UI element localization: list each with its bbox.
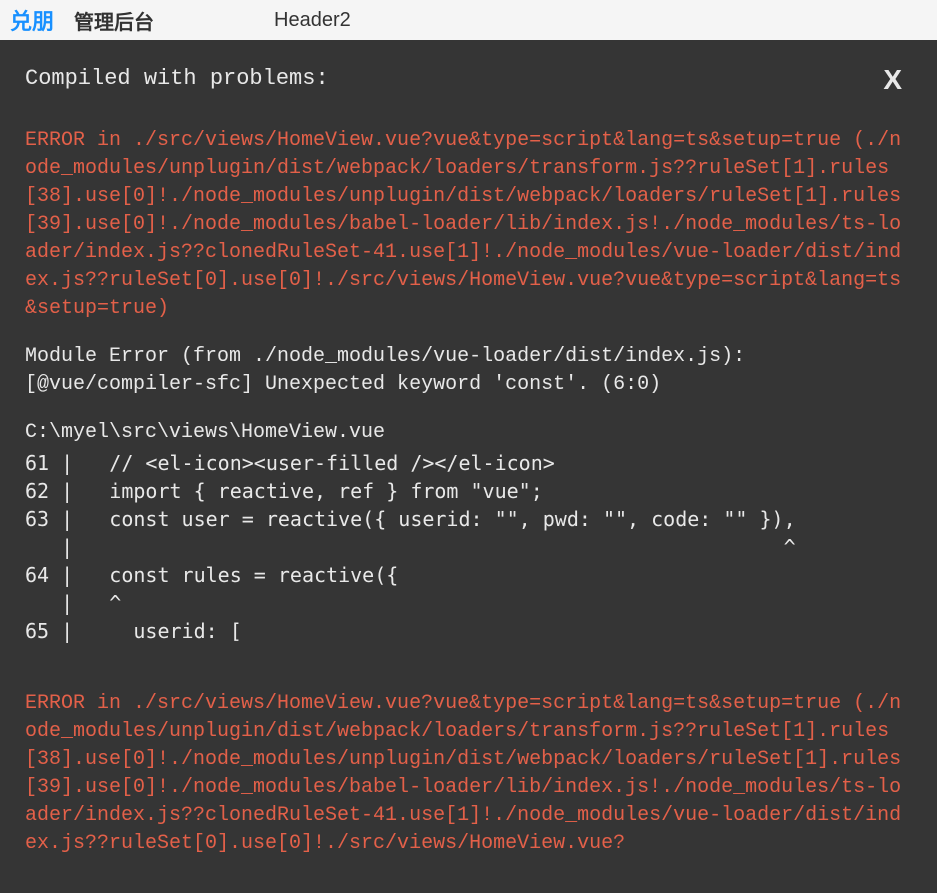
module-error-line2: [@vue/compiler-sfc] Unexpected keyword '… <box>25 371 912 399</box>
overlay-header-row: Compiled with problems: X <box>25 60 912 99</box>
compiled-problems-title: Compiled with problems: <box>25 64 329 95</box>
error-message-1: ERROR in ./src/views/HomeView.vue?vue&ty… <box>25 127 912 323</box>
background-header2-label: Header2 <box>274 9 351 32</box>
background-logo-cn: 管理后台 <box>74 6 154 35</box>
background-app-header: 兑朋 管理后台 Header2 <box>0 0 937 40</box>
file-path: C:\myel\src\views\HomeView.vue <box>25 419 912 447</box>
module-error-line1: Module Error (from ./node_modules/vue-lo… <box>25 343 912 371</box>
module-error-block: Module Error (from ./node_modules/vue-lo… <box>25 343 912 399</box>
error-message-2: ERROR in ./src/views/HomeView.vue?vue&ty… <box>25 690 912 858</box>
close-button[interactable]: X <box>883 60 912 99</box>
webpack-error-overlay: Compiled with problems: X ERROR in ./src… <box>0 40 937 893</box>
background-logo: 兑朋 <box>10 4 54 36</box>
code-snippet: 61 | // <el-icon><user-filled /></el-ico… <box>25 449 912 645</box>
